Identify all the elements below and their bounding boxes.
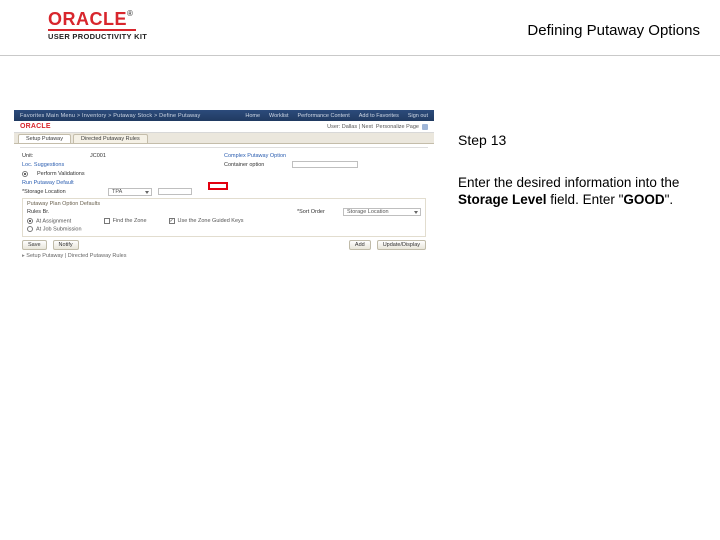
app-tabs: Setup Putaway Directed Putaway Rules [14,133,434,144]
rules-radio-assignment-label: At Assignment [36,218,71,224]
run-putaway-link[interactable]: Run Putaway Default [22,180,84,186]
unit-value: JC001 [90,153,106,159]
instruction-text: Enter the desired information into the S… [458,174,696,209]
zone-guided-checkbox[interactable] [169,218,175,224]
page-title: Defining Putaway Options [527,22,700,39]
divider [20,147,428,148]
container-option-label: Container option [224,162,286,168]
add-button[interactable]: Add [349,240,371,250]
instruction-post: ". [665,192,674,207]
find-zone-checkbox[interactable] [104,218,110,224]
complex-putaway-link[interactable]: Complex Putaway Option [224,153,286,159]
nav-link-home[interactable]: Home [245,113,260,119]
storage-level-input[interactable] [158,188,192,195]
rules-label: Rules Br. [27,209,89,215]
personalize-link[interactable]: Personalize Page [376,124,419,130]
perform-validations-radio[interactable] [22,171,28,177]
tab-setup-putaway[interactable]: Setup Putaway [18,134,71,143]
app-brand-row: ORACLE User: Dallas | Next Personalize P… [14,121,434,133]
brand-logo: ORACLE® USER PRODUCTIVITY KIT [48,10,147,41]
footer-links: ▸ Setup Putaway | Directed Putaway Rules [14,250,434,259]
perform-validations-label: Perform Validations [37,171,85,177]
navbar-links: Home Worklist Performance Content Add to… [245,113,428,119]
nav-link-worklist[interactable]: Worklist [269,113,288,119]
step-number: Step 13 [458,132,696,148]
help-icon[interactable] [422,124,428,130]
tab-directed-rules[interactable]: Directed Putaway Rules [73,134,148,143]
notify-button[interactable]: Notify [53,240,79,250]
page-header: ORACLE® USER PRODUCTIVITY KIT Defining P… [0,0,720,56]
update-display-button[interactable]: Update/Display [377,240,426,250]
sort-order-label: *Sort Order [297,209,337,215]
user-label: User: Dallas | Next [327,124,373,130]
container-option-input[interactable] [292,161,358,168]
instruction-panel: Step 13 Enter the desired information in… [458,132,696,209]
sort-order-select[interactable]: Storage Location [343,208,421,216]
nav-link-favorites[interactable]: Add to Favorites [359,113,399,119]
unit-label: Unit: [22,153,84,159]
instruction-mid: field. Enter " [547,192,624,207]
logo-subtext: USER PRODUCTIVITY KIT [48,32,147,41]
nav-link-signout[interactable]: Sign out [408,113,428,119]
form-area: Unit: JC001 Complex Putaway Option Loc. … [14,150,434,237]
loc-suggestions-link[interactable]: Loc. Suggestions [22,162,84,168]
find-zone-label: Find the Zone [113,218,147,224]
logo-underline [48,29,136,31]
nav-link-performance[interactable]: Performance Content [297,113,349,119]
embedded-app-screenshot: Favorites Main Menu > Inventory > Putawa… [14,110,434,270]
instruction-pre: Enter the desired information into the [458,175,679,190]
rules-radio-job[interactable] [27,226,33,232]
logo-text: ORACLE® [48,10,147,28]
breadcrumb: Favorites Main Menu > Inventory > Putawa… [20,113,200,119]
storage-location-label: *Storage Location [22,189,102,195]
app-user-area: User: Dallas | Next Personalize Page [327,124,428,130]
instruction-fieldname: Storage Level [458,192,547,207]
app-navbar: Favorites Main Menu > Inventory > Putawa… [14,110,434,121]
save-button[interactable]: Save [22,240,47,250]
rules-radio-assignment[interactable] [27,218,33,224]
storage-location-prefix-select[interactable]: TPA [108,188,152,196]
instruction-value: GOOD [623,192,664,207]
action-buttons-row: Save Notify Add Update/Display [14,240,434,250]
putaway-plan-defaults-box: Putaway Plan Option Defaults Rules Br. *… [22,198,426,237]
zone-guided-label: Use the Zone Guided Keys [178,218,244,224]
app-brand-logo: ORACLE [20,123,51,130]
rules-radio-job-label: At Job Submission [36,227,82,233]
